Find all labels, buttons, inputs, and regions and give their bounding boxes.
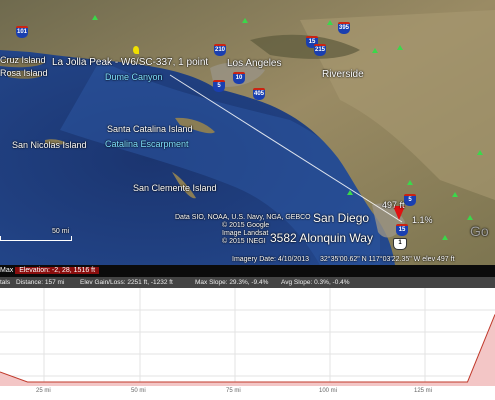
scale-bar bbox=[0, 236, 72, 241]
map-label-la-jolla-peak[interactable]: La Jolla Peak - W6/SC-337, 1 point bbox=[52, 58, 208, 68]
placemark-pin-icon[interactable] bbox=[133, 46, 139, 54]
x-tick-label: 25 mi bbox=[36, 388, 51, 394]
map-view[interactable]: Cruz Island Rosa Island La Jolla Peak - … bbox=[0, 0, 495, 265]
x-tick-label: 50 mi bbox=[131, 388, 146, 394]
highway-shield-icon: 210 bbox=[214, 44, 226, 56]
map-label-san-clemente: San Clemente Island bbox=[133, 183, 217, 193]
map-label-dume-canyon: Dume Canyon bbox=[105, 72, 163, 82]
map-label-cruz-island: Cruz Island bbox=[0, 55, 46, 65]
map-label-catalina-escarpment: Catalina Escarpment bbox=[105, 139, 189, 149]
elevation-profile-area bbox=[0, 314, 495, 386]
highway-shield-icon: 1 bbox=[393, 238, 407, 250]
marker-grade-label: 1.1% bbox=[412, 215, 433, 225]
x-tick-label: 75 mi bbox=[226, 388, 241, 394]
map-label-address: 3582 Alonquin Way bbox=[270, 231, 373, 245]
stat-distance: Distance: 157 mi bbox=[16, 279, 65, 286]
attribution-line-1: Data SIO, NOAA, U.S. Navy, NGA, GEBCO bbox=[175, 214, 311, 221]
highway-shield-icon: 15 bbox=[396, 224, 408, 236]
imagery-date: Imagery Date: 4/10/2013 bbox=[232, 256, 310, 263]
profile-x-axis: 25 mi 50 mi 75 mi 100 mi 125 mi bbox=[0, 386, 495, 400]
elevation-status-bar: Max Elevation: -2, 28, 1516 ft bbox=[0, 265, 495, 277]
elevation-profile-svg bbox=[0, 288, 495, 386]
map-label-san-nicolas: San Nicolas Island bbox=[12, 140, 87, 150]
map-label-san-diego: San Diego bbox=[313, 211, 370, 225]
graph-label: tals bbox=[0, 279, 11, 286]
highway-shield-icon: 10 bbox=[233, 72, 245, 84]
map-label-los-angeles: Los Angeles bbox=[227, 58, 282, 69]
stat-elev-gain-loss: Elev Gain/Loss: 2251 ft, -1232 ft bbox=[80, 279, 173, 286]
elevation-range: Elevation: -2, 28, 1516 ft bbox=[15, 267, 100, 274]
x-tick-label: 100 mi bbox=[319, 388, 338, 394]
scale-bar-label: 50 mi bbox=[52, 228, 70, 235]
google-logo: Go bbox=[470, 223, 489, 239]
marker-elevation-label: 497 ft bbox=[382, 200, 405, 210]
x-tick-label: 125 mi bbox=[414, 388, 433, 394]
highway-shield-icon: 5 bbox=[404, 194, 416, 206]
highway-shield-icon: 5 bbox=[213, 80, 225, 92]
highway-shield-icon: 395 bbox=[338, 22, 350, 34]
attribution-line-3: Image Landsat bbox=[222, 230, 269, 237]
profile-stats-bar: tals Distance: 157 mi Elev Gain/Loss: 22… bbox=[0, 277, 495, 288]
highway-shield-icon: 215 bbox=[314, 44, 326, 56]
map-label-riverside: Riverside bbox=[322, 69, 364, 80]
highway-shield-icon: 101 bbox=[16, 26, 28, 38]
map-label-rosa-island: Rosa Island bbox=[0, 68, 48, 78]
attribution-line-2: © 2015 Google bbox=[222, 222, 270, 229]
stat-avg-slope: Avg Slope: 0.3%, -0.4% bbox=[281, 279, 350, 286]
attribution-line-4: © 2015 INEGI bbox=[222, 238, 266, 245]
elevation-profile-line bbox=[0, 314, 495, 383]
elevation-profile-chart[interactable] bbox=[0, 288, 495, 400]
profile-grid bbox=[0, 288, 495, 386]
status-prefix: Max bbox=[0, 267, 14, 274]
cursor-coordinates: 32°35'00.62" N 117°03'22.35" W elev 497 … bbox=[320, 256, 455, 263]
highway-shield-icon: 405 bbox=[253, 88, 265, 100]
stat-max-slope: Max Slope: 29.3%, -9.4% bbox=[195, 279, 269, 286]
map-label-santa-catalina: Santa Catalina Island bbox=[107, 124, 193, 134]
